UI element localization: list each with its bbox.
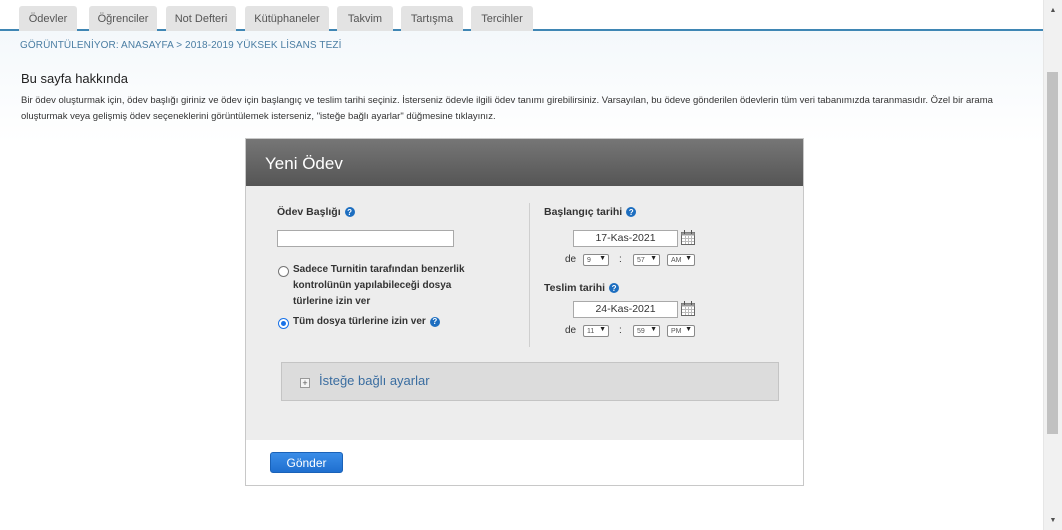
tab-preferences[interactable]: Tercihler [471,6,533,31]
chevron-down-icon: ▼ [685,326,692,333]
chevron-down-icon: ▼ [650,326,657,333]
start-date-input[interactable]: 17-Kas-2021 [573,230,678,247]
triangle-up-icon[interactable]: ▲ [1044,2,1062,18]
tab-bar: Ödevler Öğrenciler Not Defteri Kütüphane… [0,0,1043,31]
start-ampm-select[interactable]: AM ▼ [667,254,695,266]
triangle-down-icon[interactable]: ▼ [1044,512,1062,528]
plus-box-icon: + [300,378,310,388]
start-ampm-value: AM [671,256,682,264]
optional-settings-toggle[interactable]: + İsteğe bağlı ayarlar [281,362,779,401]
submit-button[interactable]: Gönder [270,452,343,473]
tab-students[interactable]: Öğrenciler [89,6,157,31]
start-date-label-text: Başlangıç tarihi [544,206,623,218]
chevron-down-icon: ▼ [650,255,657,262]
due-minute-value: 59 [637,327,645,335]
start-hour-select[interactable]: 9 ▼ [583,254,609,266]
dialog-body: Ödev Başlığı ? Sadece Turnitin tarafında… [246,186,803,440]
question-circle-icon[interactable]: ? [626,207,637,217]
optional-settings-label: İsteğe bağlı ayarlar [319,373,430,388]
start-hour-value: 9 [587,256,591,264]
assignment-title-label: Ödev Başlığı ? [277,206,355,218]
radio-all-file-types-label: Tüm dosya türlerine izin ver ? [293,316,440,327]
calendar-icon[interactable] [681,230,695,245]
due-date-label: Teslim tarihi ? [544,282,620,294]
assignment-title-label-text: Ödev Başlığı [277,206,341,218]
start-de-label: de [565,254,577,265]
due-hour-select[interactable]: 11 ▼ [583,325,609,337]
radio-turnitin-only[interactable] [278,266,289,277]
start-date-label: Başlangıç tarihi ? [544,206,637,218]
radio-turnitin-only-line-3: türlerine izin ver [293,296,371,307]
due-ampm-select[interactable]: PM ▼ [667,325,695,337]
due-minute-select[interactable]: 59 ▼ [633,325,660,337]
due-hour-value: 11 [587,327,595,335]
radio-turnitin-only-line-1: Sadece Turnitin tarafından benzerlik [293,264,465,275]
tab-assignments[interactable]: Ödevler [19,6,77,31]
question-circle-icon[interactable]: ? [609,283,620,293]
start-minute-value: 57 [637,256,645,264]
tab-gradebook[interactable]: Not Defteri [166,6,236,31]
tab-calendar[interactable]: Takvim [337,6,393,31]
breadcrumb[interactable]: GÖRÜNTÜLENİYOR: ANASAYFA > 2018-2019 YÜK… [20,40,341,51]
assignment-title-input[interactable] [277,230,454,247]
vertical-scrollbar[interactable]: ▲ ▼ [1043,0,1062,530]
new-assignment-dialog: Yeni Ödev Ödev Başlığı ? Sadece Turnitin… [245,138,804,486]
scrollbar-thumb[interactable] [1047,72,1058,434]
due-date-input[interactable]: 24-Kas-2021 [573,301,678,318]
radio-turnitin-only-label: Sadece Turnitin tarafından benzerlik kon… [293,262,465,310]
chevron-down-icon: ▼ [599,326,606,333]
radio-turnitin-only-line-2: kontrolünün yapılabileceği dosya [293,280,452,291]
question-circle-icon[interactable]: ? [429,316,440,327]
due-date-label-text: Teslim tarihi [544,282,606,294]
tab-libraries[interactable]: Kütüphaneler [245,6,329,31]
chevron-down-icon: ▼ [685,255,692,262]
chevron-down-icon: ▼ [599,255,606,262]
radio-all-file-types[interactable] [278,318,289,329]
column-divider [529,203,530,347]
start-minute-select[interactable]: 57 ▼ [633,254,660,266]
due-colon: : [619,325,622,336]
about-title: Bu sayfa hakkında [21,71,128,86]
dialog-footer: Gönder [246,440,803,485]
start-colon: : [619,254,622,265]
about-text: Bir ödev oluşturmak için, ödev başlığı g… [21,95,993,122]
dialog-title: Yeni Ödev [265,154,343,173]
calendar-icon[interactable] [681,301,695,316]
radio-all-file-types-text: Tüm dosya türlerine izin ver [293,316,426,327]
question-circle-icon[interactable]: ? [344,207,355,217]
due-ampm-value: PM [671,327,682,335]
due-de-label: de [565,325,577,336]
dialog-header: Yeni Ödev [246,139,803,186]
tab-discussion[interactable]: Tartışma [401,6,463,31]
